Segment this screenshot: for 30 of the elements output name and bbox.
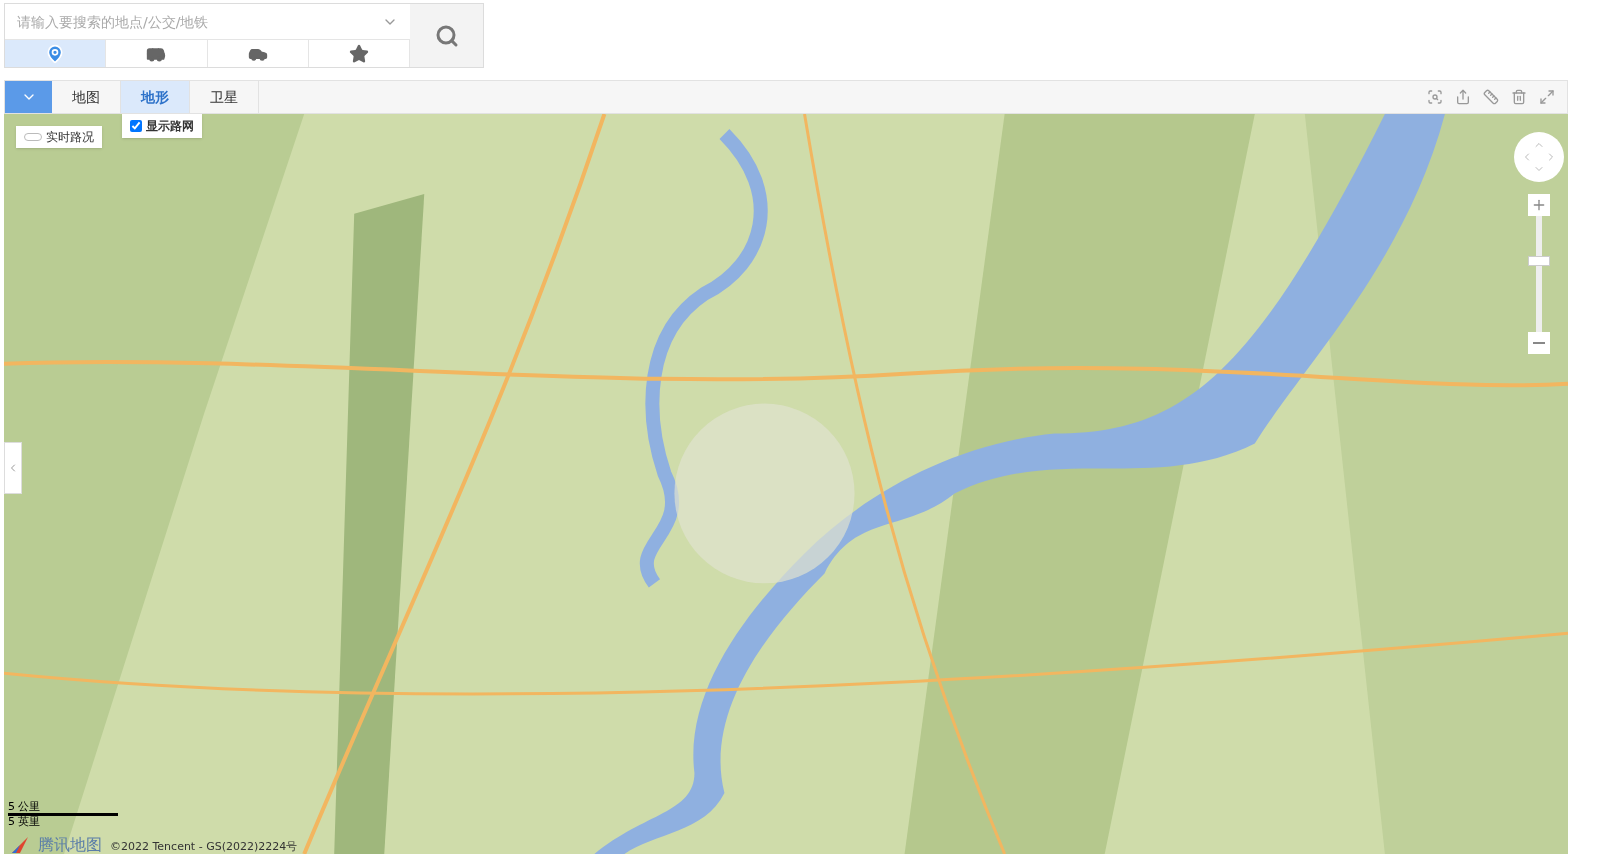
map-type-tab[interactable]: 地形 <box>121 81 190 113</box>
search-panel[interactable]: 请输入要搜索的地点/公交/地铁 <box>4 3 484 68</box>
mode-tab[interactable] <box>5 40 107 67</box>
minus-icon <box>1533 342 1545 344</box>
road-network-option[interactable]: 显示路网 <box>122 114 202 138</box>
scale-metric-label: 5 公里 <box>8 801 42 813</box>
logo-text: 腾讯地图 <box>38 836 102 854</box>
road-network-label: 显示路网 <box>146 118 194 135</box>
traffic-toggle[interactable]: 实时路况 <box>16 126 102 148</box>
plus-icon <box>1531 197 1547 213</box>
zoom-slider[interactable] <box>1528 216 1550 332</box>
copyright-text: ©2022 Tencent - GS(2022)2224号 <box>110 840 298 854</box>
zoom-in-button[interactable] <box>1528 194 1550 216</box>
fullscreen-icon[interactable] <box>1539 89 1555 105</box>
star-icon <box>348 43 369 64</box>
trash-icon[interactable] <box>1511 89 1527 105</box>
search-area-icon[interactable] <box>1427 89 1443 105</box>
zoom-handle[interactable] <box>1528 256 1550 267</box>
ruler-icon[interactable] <box>1483 89 1499 105</box>
scale-imperial-label: 5 英里 <box>8 816 42 828</box>
logo-icon <box>10 836 30 854</box>
zoom-out-button[interactable] <box>1528 332 1550 354</box>
search-button[interactable] <box>410 4 483 67</box>
road-network-checkbox[interactable] <box>130 120 142 132</box>
share-icon[interactable] <box>1455 89 1471 105</box>
search-field[interactable]: 请输入要搜索的地点/公交/地铁 <box>5 4 382 39</box>
traffic-label: 实时路况 <box>46 129 94 146</box>
search-icon <box>434 23 459 48</box>
map-type-tab[interactable]: 卫星 <box>190 81 259 113</box>
collapse-panel-button[interactable] <box>4 442 22 494</box>
